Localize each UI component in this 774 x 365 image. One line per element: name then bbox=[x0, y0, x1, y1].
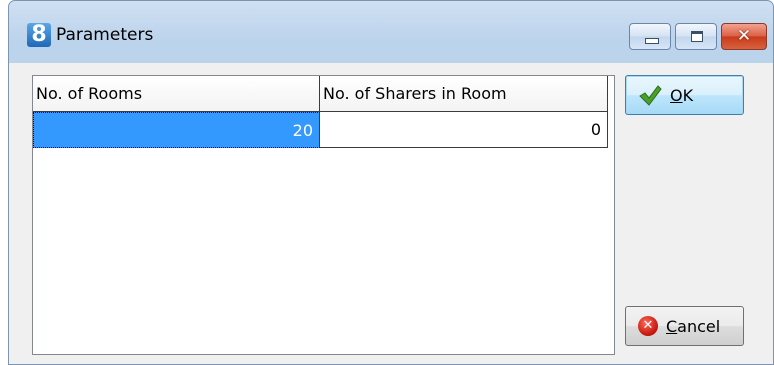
ok-button[interactable]: OK bbox=[625, 75, 744, 115]
caption-buttons: ✕ bbox=[625, 23, 767, 50]
ok-label: OK bbox=[670, 85, 694, 105]
column-header-sharers[interactable]: No. of Sharers in Room bbox=[320, 76, 608, 112]
red-x-circle-icon: ✕ bbox=[638, 316, 658, 336]
grid-header: No. of Rooms No. of Sharers in Room bbox=[33, 76, 614, 112]
cell-no-of-sharers[interactable]: 0 bbox=[320, 112, 608, 148]
table-row: 20 0 bbox=[33, 112, 614, 148]
maximize-icon bbox=[691, 31, 703, 42]
title-bar[interactable]: 8 Parameters ✕ bbox=[9, 1, 773, 63]
parameters-dialog: 8 Parameters ✕ No. of Rooms No. of Share… bbox=[8, 0, 774, 365]
window-title: Parameters bbox=[56, 25, 154, 45]
cancel-label: Cancel bbox=[666, 316, 721, 336]
minimize-button[interactable] bbox=[629, 23, 671, 50]
column-header-rooms[interactable]: No. of Rooms bbox=[33, 76, 320, 112]
cell-no-of-rooms[interactable]: 20 bbox=[33, 112, 320, 148]
close-icon: ✕ bbox=[736, 26, 752, 46]
maximize-button[interactable] bbox=[675, 23, 717, 50]
app-logo-icon: 8 bbox=[27, 23, 51, 47]
parameters-grid[interactable]: No. of Rooms No. of Sharers in Room 20 0 bbox=[32, 75, 615, 355]
close-button[interactable]: ✕ bbox=[721, 23, 767, 50]
green-check-icon bbox=[639, 85, 662, 106]
minimize-icon bbox=[645, 38, 659, 44]
cancel-button[interactable]: ✕ Cancel bbox=[625, 306, 744, 346]
dialog-client-area: No. of Rooms No. of Sharers in Room 20 0… bbox=[9, 63, 773, 364]
